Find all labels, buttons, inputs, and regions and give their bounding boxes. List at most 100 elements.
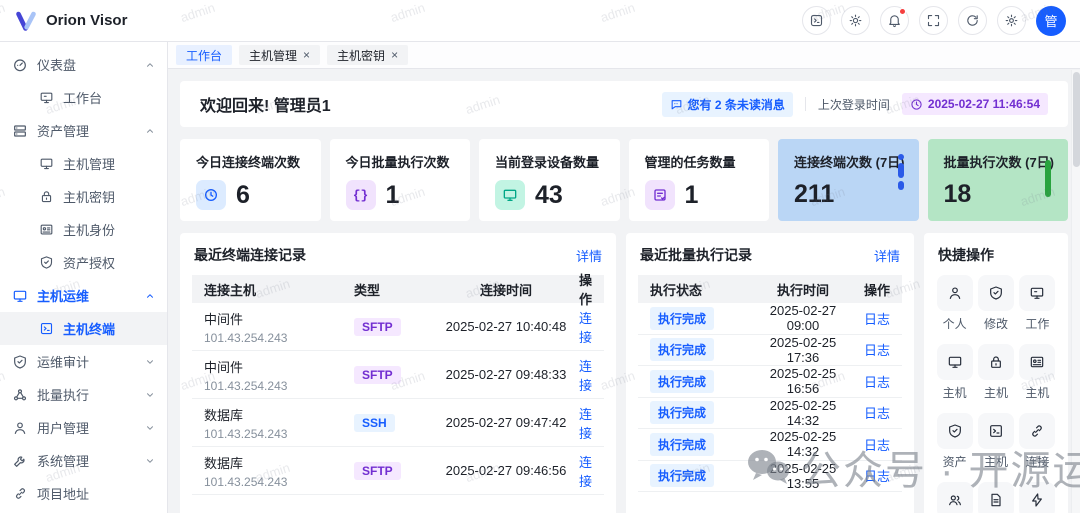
scrollbar-thumb[interactable] (1073, 72, 1080, 167)
terminal-icon (978, 413, 1014, 449)
status-badge: 执行完成 (650, 338, 714, 361)
link-icon (1019, 413, 1055, 449)
sidebar-item-dashboard[interactable]: 仪表盘 (0, 48, 167, 81)
quick-action-personal[interactable]: 个人 (936, 275, 973, 332)
quick-action-modify[interactable]: 修改 (977, 275, 1014, 332)
table-row: 执行完成 2025-02-25 14:32 日志 (638, 429, 902, 461)
connect-link[interactable]: 连接 (579, 311, 592, 345)
quick-action-asset[interactable]: 资产 (936, 413, 973, 470)
quick-action-online[interactable]: 在线 (936, 482, 973, 513)
dashboard-content: 欢迎回来! 管理员1 您有 2 条未读消息 上次登录时间 2025-02-27 … (168, 69, 1080, 513)
welcome-banner: 欢迎回来! 管理员1 您有 2 条未读消息 上次登录时间 2025-02-27 … (180, 81, 1068, 127)
batch-icon (12, 387, 28, 403)
table-row: 数据库101.43.254.243 SFTP 2025-02-27 09:46:… (192, 447, 604, 495)
quick-action-host[interactable]: 主机 (936, 344, 973, 401)
connect-link[interactable]: 连接 (579, 359, 592, 393)
divider (805, 97, 806, 111)
quick-action-host-key[interactable]: 主机 (977, 344, 1014, 401)
tab-label: 主机管理 (249, 47, 297, 64)
connect-link[interactable]: 连接 (579, 455, 592, 489)
console-icon[interactable] (802, 6, 831, 35)
quick-action-files[interactable]: 文件 (977, 482, 1014, 513)
monitor-icon (495, 180, 525, 210)
quick-action-command[interactable]: 命令 (1019, 482, 1056, 513)
tab-close-icon[interactable]: × (391, 49, 398, 61)
clock-icon (910, 98, 923, 111)
sidebar-item-label: 用户管理 (37, 418, 89, 437)
sidebar-item-asset-management[interactable]: 资产管理 (0, 114, 167, 147)
shield-check-icon (978, 275, 1014, 311)
sidebar-nav: 仪表盘 工作台 资产管理 主机管理 主机密钥 主机身份 资产授权 (0, 42, 168, 513)
braces-icon: {} (346, 180, 376, 210)
stat-cards-row: 今日连接终端次数 6 今日批量执行次数 {} 1 当前登录设备数量 (180, 139, 1068, 221)
tab-host-management[interactable]: 主机管理 × (239, 45, 320, 65)
type-badge: SFTP (354, 462, 401, 480)
sidebar-item-host-identity[interactable]: 主机身份 (0, 213, 167, 246)
sidebar-item-batch-exec[interactable]: 批量执行 (0, 378, 167, 411)
table-row: 中间件101.43.254.243 SFTP 2025-02-27 09:48:… (192, 351, 604, 399)
sidebar-item-asset-grant[interactable]: 资产授权 (0, 246, 167, 279)
notification-dot (899, 8, 906, 15)
sidebar-item-label: 主机运维 (37, 286, 89, 305)
log-link[interactable]: 日志 (864, 312, 890, 327)
orion-visor-logo-icon (14, 9, 38, 33)
monitor-icon (937, 344, 973, 380)
id-card-icon (1019, 344, 1055, 380)
sidebar-item-workbench[interactable]: 工作台 (0, 81, 167, 114)
vertical-scrollbar[interactable] (1071, 70, 1080, 513)
card-title: 最近终端连接记录 (194, 245, 306, 265)
terminal-details-link[interactable]: 详情 (576, 246, 602, 265)
status-badge: 执行完成 (650, 307, 714, 330)
sidebar-item-system-management[interactable]: 系统管理 (0, 444, 167, 477)
log-link[interactable]: 日志 (864, 406, 890, 421)
terminal-icon (38, 321, 54, 337)
main-area: 工作台 主机管理 × 主机密钥 × 欢迎回来! 管理员1 您有 2 条未读消息 (168, 42, 1080, 513)
sidebar-item-host-ops[interactable]: 主机运维 (0, 279, 167, 312)
sidebar-item-user-management[interactable]: 用户管理 (0, 411, 167, 444)
chevron-up-icon (145, 291, 155, 301)
batch-details-link[interactable]: 详情 (874, 246, 900, 265)
tab-workbench[interactable]: 工作台 (176, 45, 232, 65)
sidebar-item-label: 主机终端 (63, 319, 115, 338)
quick-action-host-terminal[interactable]: 主机 (977, 413, 1014, 470)
quick-action-host-identity[interactable]: 主机 (1019, 344, 1056, 401)
table-row: 数据库101.43.254.243 SSH 2025-02-27 09:47:4… (192, 399, 604, 447)
card-title: 最近批量执行记录 (640, 245, 752, 265)
fullscreen-icon[interactable] (919, 6, 948, 35)
table-row: 执行完成 2025-02-27 09:00 日志 (638, 303, 902, 335)
sidebar-item-host-key[interactable]: 主机密钥 (0, 180, 167, 213)
status-badge: 执行完成 (650, 401, 714, 424)
sidebar-item-label: 主机管理 (63, 154, 115, 173)
log-link[interactable]: 日志 (864, 375, 890, 390)
settings-gear-icon[interactable] (997, 6, 1026, 35)
sidebar-item-host-management[interactable]: 主机管理 (0, 147, 167, 180)
theme-icon[interactable] (841, 6, 870, 35)
mini-bar-sparkline (1045, 160, 1051, 197)
notification-bell-icon[interactable] (880, 6, 909, 35)
sidebar-item-label: 运维审计 (37, 352, 89, 371)
log-link[interactable]: 日志 (864, 438, 890, 453)
table-row: 执行完成 2025-02-25 16:56 日志 (638, 366, 902, 398)
quick-action-workbench[interactable]: 工作 (1019, 275, 1056, 332)
tab-bar: 工作台 主机管理 × 主机密钥 × (168, 42, 1080, 69)
sidebar-item-label: 主机密钥 (63, 187, 115, 206)
audit-icon (12, 354, 28, 370)
refresh-icon[interactable] (958, 6, 987, 35)
dashboard-icon (12, 57, 28, 73)
user-avatar[interactable]: 管 (1036, 6, 1066, 36)
card-title: 快捷操作 (938, 245, 994, 265)
sidebar-item-label: 项目地址 (37, 484, 89, 503)
unread-messages-badge[interactable]: 您有 2 条未读消息 (662, 92, 793, 117)
sidebar-item-ops-audit[interactable]: 运维审计 (0, 345, 167, 378)
sidebar-item-host-terminal[interactable]: 主机终端 (0, 312, 167, 345)
tab-close-icon[interactable]: × (303, 49, 310, 61)
log-link[interactable]: 日志 (864, 343, 890, 358)
log-link[interactable]: 日志 (864, 469, 890, 484)
last-login-time-badge: 2025-02-27 11:46:54 (902, 93, 1048, 115)
topbar-actions: 管 (802, 6, 1066, 36)
sidebar-item-project-link[interactable]: 项目地址 (0, 477, 167, 510)
quick-action-connect[interactable]: 连接 (1019, 413, 1056, 470)
stat-card-login-devices: 当前登录设备数量 43 (479, 139, 620, 221)
connect-link[interactable]: 连接 (579, 407, 592, 441)
tab-host-key[interactable]: 主机密钥 × (327, 45, 408, 65)
